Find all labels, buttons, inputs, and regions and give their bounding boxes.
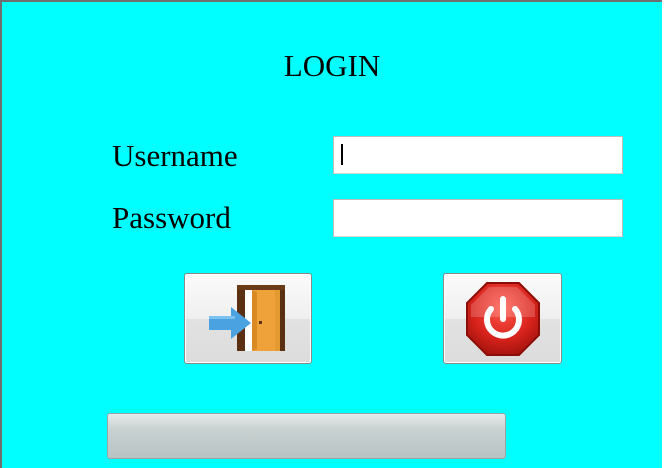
username-input[interactable]	[333, 136, 623, 174]
power-stop-icon	[465, 281, 540, 356]
login-progress-bar	[107, 413, 506, 459]
password-label: Password	[112, 200, 231, 235]
login-title: LOGIN	[283, 48, 381, 83]
login-button[interactable]	[184, 273, 312, 364]
password-input[interactable]	[333, 199, 623, 237]
exit-button[interactable]	[443, 273, 562, 364]
username-label: Username	[112, 138, 238, 173]
text-caret	[341, 144, 343, 165]
login-window: LOGIN Username Password	[0, 0, 662, 468]
door-enter-icon	[209, 284, 285, 351]
